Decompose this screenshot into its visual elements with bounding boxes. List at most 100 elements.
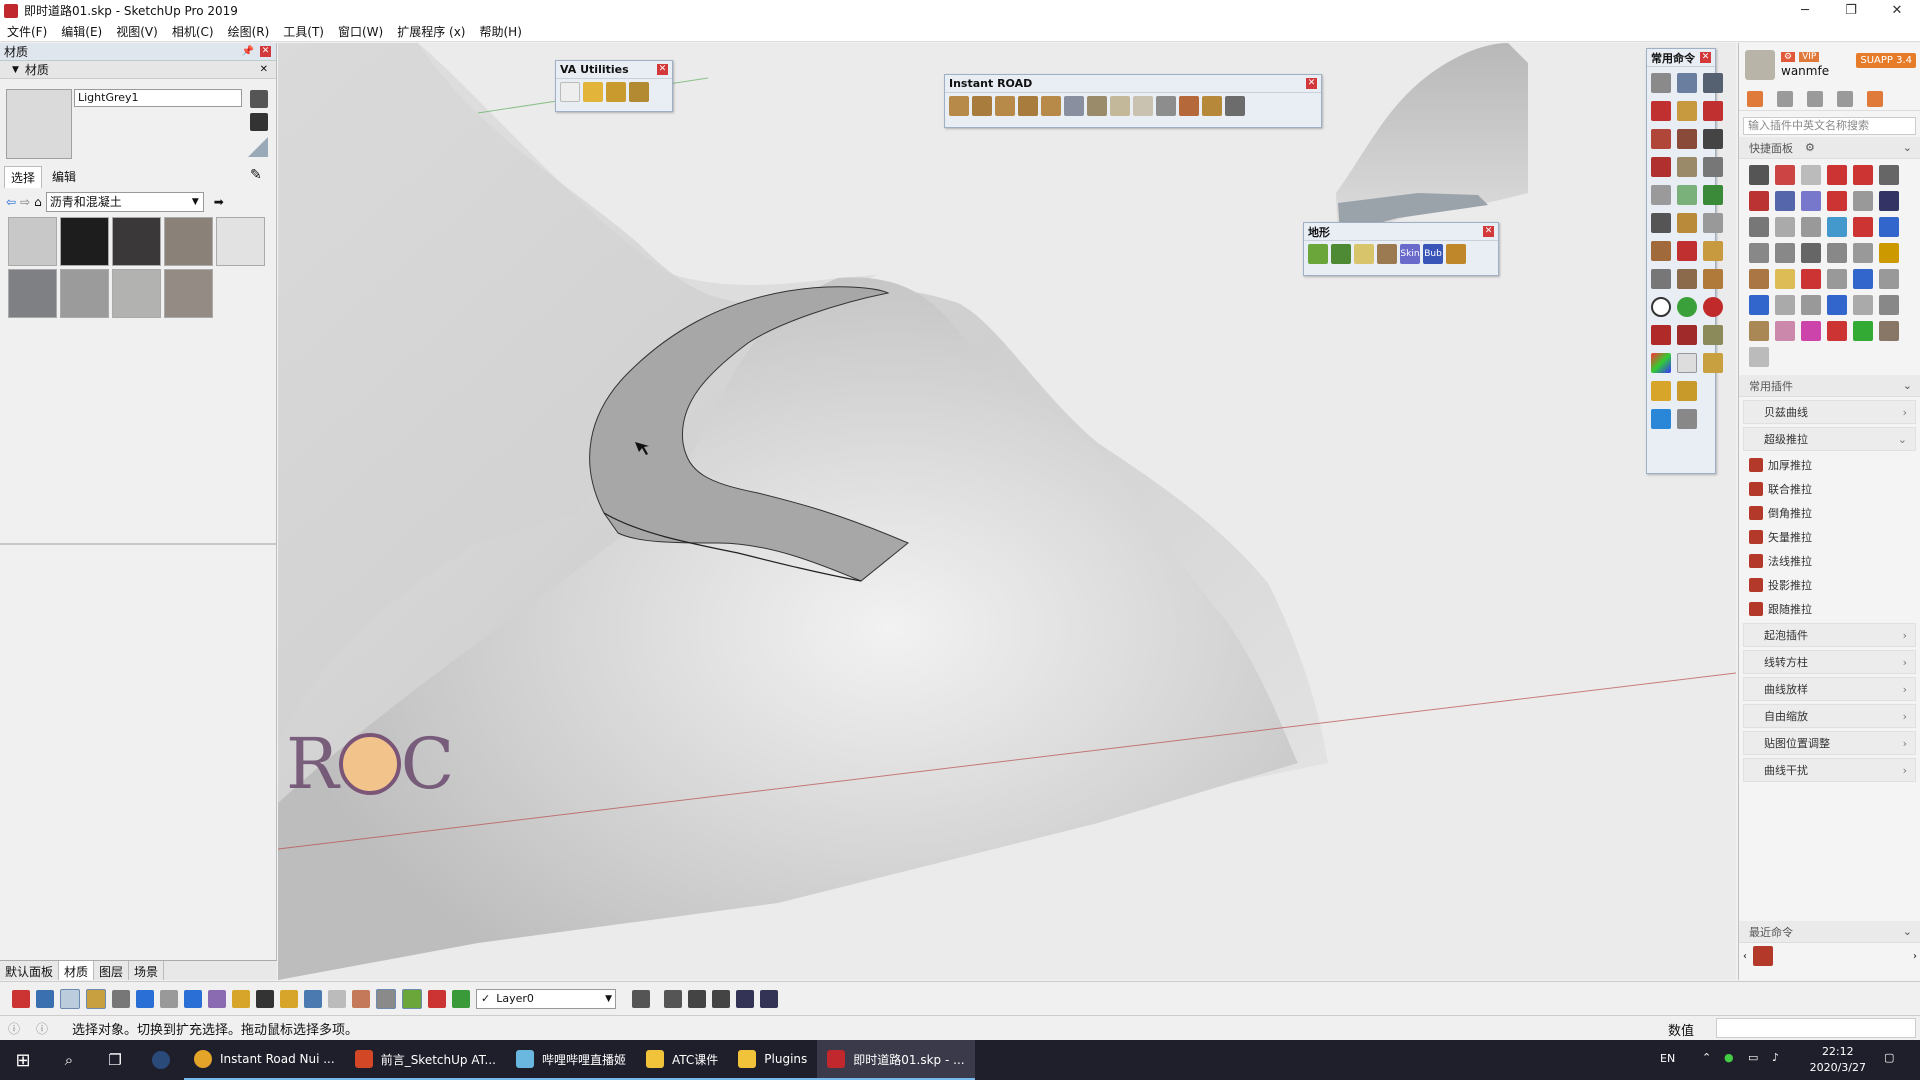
command-icon[interactable] (1703, 73, 1723, 93)
road-tool-icon[interactable] (1041, 96, 1061, 116)
plugin-item[interactable]: 法线推拉 (1743, 550, 1916, 572)
command-icon[interactable] (1651, 241, 1671, 261)
terrain-tool-icon[interactable] (402, 988, 422, 1009)
tool-icon[interactable] (1801, 243, 1821, 263)
home-icon[interactable]: ⌂ (34, 195, 42, 209)
command-icon[interactable] (1651, 129, 1671, 149)
tool-icon[interactable] (232, 989, 250, 1008)
va-box-icon[interactable] (583, 82, 603, 102)
color-icon[interactable] (1651, 353, 1671, 373)
user-icon[interactable] (1807, 91, 1823, 107)
network-icon[interactable]: ▭ (1748, 1051, 1758, 1064)
eraser-icon[interactable] (1801, 165, 1821, 185)
command-icon[interactable] (1677, 325, 1697, 345)
search-icon[interactable]: ⌕ (46, 1051, 92, 1069)
tool-icon[interactable] (160, 989, 178, 1008)
taskbar-item-folder[interactable]: ATC课件 (635, 1040, 729, 1080)
layer-select[interactable]: ✓ Layer0 ▼ (476, 988, 616, 1009)
tool-icon[interactable] (1775, 321, 1795, 341)
tool-icon[interactable] (1879, 269, 1899, 289)
tool-icon[interactable] (328, 989, 346, 1008)
home-icon[interactable] (1747, 91, 1763, 107)
plugin-group-bezier[interactable]: 贝兹曲线 › (1743, 400, 1916, 424)
tool-icon[interactable] (1827, 321, 1847, 341)
tool-icon[interactable] (1853, 321, 1873, 341)
eyedropper-icon[interactable]: ✎ (250, 167, 262, 183)
tool-icon[interactable] (1827, 269, 1847, 289)
command-icon[interactable] (1703, 157, 1723, 177)
steam-icon[interactable] (138, 1051, 184, 1069)
tool-icon[interactable] (1801, 321, 1821, 341)
recent-commands-header[interactable]: 最近命令 ⌄ (1739, 921, 1920, 943)
menu-file[interactable]: 文件(F) (0, 23, 54, 40)
tool-icon[interactable] (1879, 295, 1899, 315)
taskbar-item-chrome[interactable]: Instant Road Nui ... (184, 1040, 345, 1080)
materials-section-header[interactable]: ▼ 材质 ✕ (0, 61, 276, 79)
tool-icon[interactable] (1775, 217, 1795, 237)
material-name-field[interactable]: LightGrey1 (74, 89, 242, 107)
command-icon[interactable] (1703, 185, 1723, 205)
command-icon[interactable] (1703, 297, 1723, 317)
task-view-icon[interactable]: ❐ (92, 1051, 138, 1069)
command-icon[interactable] (1651, 269, 1671, 289)
menu-edit[interactable]: 编辑(E) (54, 23, 109, 40)
menu-help[interactable]: 帮助(H) (472, 23, 528, 40)
terrain-tool-icon[interactable] (1331, 244, 1351, 264)
tool-icon[interactable] (452, 989, 470, 1008)
suapp-badge[interactable]: SUAPP 3.4 (1856, 53, 1916, 68)
tool-icon[interactable] (184, 989, 202, 1008)
menu-window[interactable]: 窗口(W) (331, 23, 390, 40)
menu-extensions[interactable]: 扩展程序 (x) (390, 23, 472, 40)
line-tool-icon[interactable] (560, 82, 580, 102)
tool-icon[interactable] (1775, 269, 1795, 289)
sample-paint-icon[interactable] (248, 137, 268, 157)
plugin-group[interactable]: 起泡插件 › (1743, 623, 1916, 647)
recent-command-icon[interactable] (1753, 946, 1773, 966)
command-icon[interactable] (1677, 101, 1697, 121)
forward-arrow-icon[interactable]: ⇨ (20, 195, 30, 209)
taskbar-item-sketchup[interactable]: 即时道路01.skp - ... (817, 1040, 975, 1080)
road-tool-icon[interactable] (1087, 96, 1107, 116)
plugin-group-super-push[interactable]: 超级推拉 ⌄ (1743, 427, 1916, 451)
tool-icon[interactable] (1749, 243, 1769, 263)
menu-view[interactable]: 视图(V) (109, 23, 165, 40)
tool-icon[interactable] (1853, 165, 1873, 185)
terrain-tool-icon[interactable] (1354, 244, 1374, 264)
tool-icon[interactable] (1879, 321, 1899, 341)
tool-icon[interactable] (1801, 269, 1821, 289)
road-tool-icon[interactable] (1156, 96, 1176, 116)
bub-icon[interactable]: Bub (1423, 244, 1443, 264)
tool-icon[interactable] (760, 989, 778, 1008)
command-icon[interactable] (1703, 353, 1723, 373)
command-icon[interactable] (1651, 73, 1671, 93)
plugin-group[interactable]: 曲线放样 › (1743, 677, 1916, 701)
quick-panel-header[interactable]: 快捷面板 ⚙ ⌄ (1739, 137, 1920, 159)
windows-start-icon[interactable]: ⊞ (0, 1050, 46, 1071)
document-icon[interactable] (1777, 91, 1793, 107)
va-tool-icon[interactable] (629, 82, 649, 102)
road-tool-icon[interactable] (995, 96, 1015, 116)
library-select[interactable]: 沥青和混凝土 ▼ (45, 192, 204, 212)
material-swatch[interactable] (8, 217, 57, 266)
tool-icon[interactable] (1879, 243, 1899, 263)
details-arrow-icon[interactable]: ➡ (214, 195, 224, 209)
tool-icon[interactable] (280, 989, 298, 1008)
road-tool-icon[interactable] (1064, 96, 1084, 116)
close-button[interactable]: ✕ (1874, 0, 1920, 21)
avatar[interactable] (1745, 50, 1775, 80)
ime-indicator[interactable]: EN (1660, 1052, 1675, 1065)
tool-icon[interactable] (1879, 165, 1899, 185)
tool-icon[interactable] (712, 989, 730, 1008)
command-icon[interactable] (1677, 269, 1697, 289)
command-icon[interactable] (1677, 129, 1697, 149)
material-swatch[interactable] (60, 269, 109, 318)
paint-bucket-icon[interactable] (250, 113, 268, 131)
skin-icon[interactable]: Skin (1400, 244, 1420, 264)
road-tool-icon[interactable] (1110, 96, 1130, 116)
scissors-icon[interactable] (256, 989, 274, 1008)
line-tool-icon[interactable] (1775, 165, 1795, 185)
road-tool-icon[interactable] (1179, 96, 1199, 116)
tool-icon[interactable] (1853, 191, 1873, 211)
tool-icon[interactable] (1801, 191, 1821, 211)
select-arrow-icon[interactable] (1749, 165, 1769, 185)
